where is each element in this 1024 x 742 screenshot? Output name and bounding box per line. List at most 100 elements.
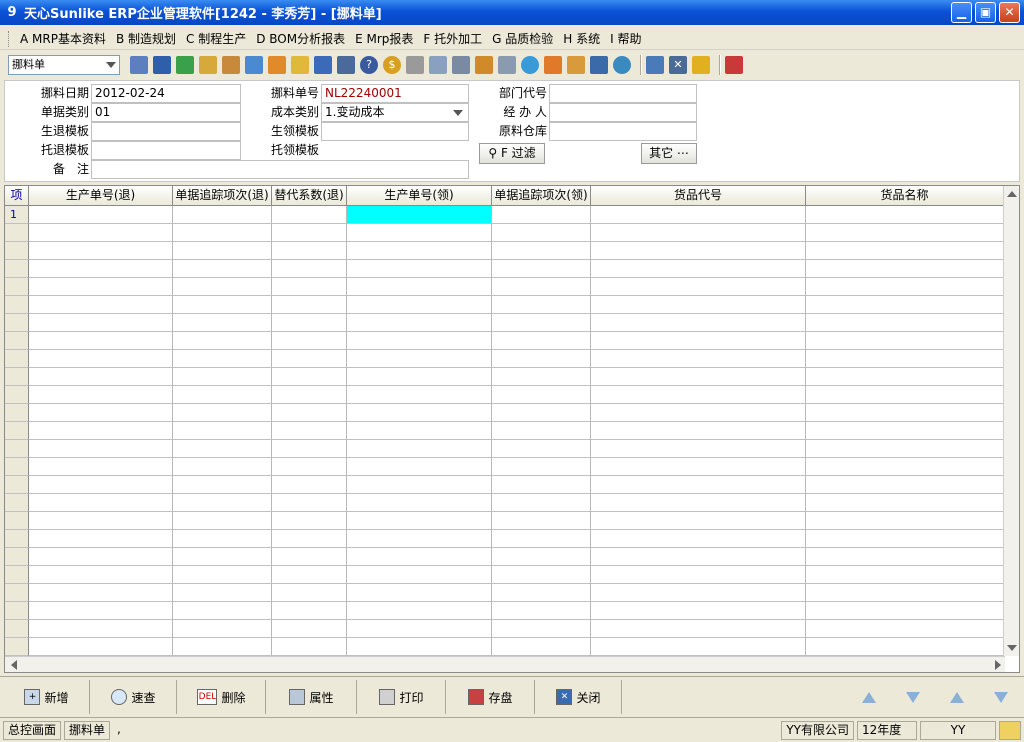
col-item-code[interactable]: 货品代号 [591,186,806,206]
users-icon[interactable] [268,56,286,74]
table-cell[interactable] [29,224,173,242]
table-cell[interactable] [347,422,492,440]
menu-bom-report[interactable]: D BOM分析报表 [251,29,350,49]
home-icon[interactable] [245,56,263,74]
menu-system[interactable]: H 系统 [558,29,605,49]
table-cell[interactable] [272,440,347,458]
table-cell[interactable] [347,296,492,314]
table-cell[interactable] [492,332,591,350]
document-icon[interactable] [429,56,447,74]
table-cell[interactable] [173,386,272,404]
table-cell[interactable] [173,296,272,314]
table-cell[interactable] [591,386,806,404]
table-cell[interactable] [272,386,347,404]
vertical-scrollbar[interactable] [1003,186,1019,656]
table-cell[interactable] [272,458,347,476]
table-cell[interactable] [806,332,1004,350]
table-cell[interactable] [347,620,492,638]
maximize-button[interactable]: ▣ [975,2,996,23]
table-cell[interactable] [347,638,492,656]
screen-icon[interactable] [590,56,608,74]
row-index-cell[interactable] [5,458,29,476]
table-cell[interactable] [272,260,347,278]
mail-icon[interactable] [291,56,309,74]
table-cell[interactable] [591,620,806,638]
add-button[interactable]: + 新增 [4,680,90,714]
col-mo-return[interactable]: 生产单号(退) [29,186,173,206]
table-cell[interactable] [272,638,347,656]
row-index-cell[interactable] [5,530,29,548]
table-cell[interactable] [272,242,347,260]
table-cell[interactable] [591,278,806,296]
table-cell[interactable] [29,584,173,602]
table-cell[interactable] [492,638,591,656]
menu-help[interactable]: I 帮助 [605,29,646,49]
table-cell[interactable] [173,620,272,638]
table-cell[interactable] [591,638,806,656]
row-index-cell[interactable] [5,224,29,242]
close-window-button[interactable]: ✕ [999,2,1020,23]
row-index-cell[interactable] [5,278,29,296]
table-cell[interactable] [806,206,1004,224]
mail-icon[interactable] [999,720,1021,740]
active-cell[interactable] [347,206,492,224]
table-cell[interactable] [29,260,173,278]
table-cell[interactable] [173,530,272,548]
row-index-cell[interactable] [5,260,29,278]
table-cell[interactable] [806,296,1004,314]
table-cell[interactable] [806,638,1004,656]
table-cell[interactable] [591,566,806,584]
table-cell[interactable] [492,602,591,620]
table-cell[interactable] [806,512,1004,530]
row-index-cell[interactable] [5,602,29,620]
table-cell[interactable] [173,242,272,260]
table-cell[interactable] [173,260,272,278]
table-cell[interactable] [492,566,591,584]
table-cell[interactable] [806,386,1004,404]
table-cell[interactable] [272,620,347,638]
monitor-icon[interactable] [153,56,171,74]
table-cell[interactable] [806,368,1004,386]
issue-template-field[interactable] [321,122,469,141]
first-record-button[interactable] [848,680,890,714]
last-record-button[interactable] [980,680,1022,714]
table-cell[interactable] [272,422,347,440]
key-icon[interactable] [199,56,217,74]
handler-field[interactable] [549,103,697,122]
table-cell[interactable] [591,224,806,242]
table-cell[interactable] [591,404,806,422]
doc-type-field[interactable]: 01 [91,103,241,122]
table-cell[interactable] [173,566,272,584]
table-cell[interactable] [347,260,492,278]
table-cell[interactable] [29,332,173,350]
table-cell[interactable] [492,278,591,296]
table-cell[interactable] [806,602,1004,620]
row-index-cell[interactable] [5,440,29,458]
money-icon[interactable]: $ [383,56,401,74]
date-field[interactable]: 2012-02-24 [91,84,241,103]
row-index-cell[interactable]: 1 [5,206,29,224]
table-cell[interactable] [272,278,347,296]
table-cell[interactable] [591,458,806,476]
row-index-cell[interactable] [5,350,29,368]
table-cell[interactable] [492,620,591,638]
table-cell[interactable] [272,566,347,584]
table-cell[interactable] [806,566,1004,584]
table-cell[interactable] [347,548,492,566]
refresh-icon[interactable] [613,56,631,74]
row-index-cell[interactable] [5,296,29,314]
table-cell[interactable] [492,368,591,386]
table-cell[interactable] [492,350,591,368]
window-icon[interactable] [646,56,664,74]
next-record-button[interactable] [892,680,934,714]
table-cell[interactable] [492,314,591,332]
status-current-tab[interactable]: 挪料单 [64,720,111,740]
table-cell[interactable] [492,512,591,530]
table-cell[interactable] [591,476,806,494]
table-cell[interactable] [492,404,591,422]
phone-icon[interactable] [176,56,194,74]
table-cell[interactable] [29,242,173,260]
table-cell[interactable] [29,404,173,422]
warehouse-field[interactable] [549,122,697,141]
table-cell[interactable] [347,530,492,548]
